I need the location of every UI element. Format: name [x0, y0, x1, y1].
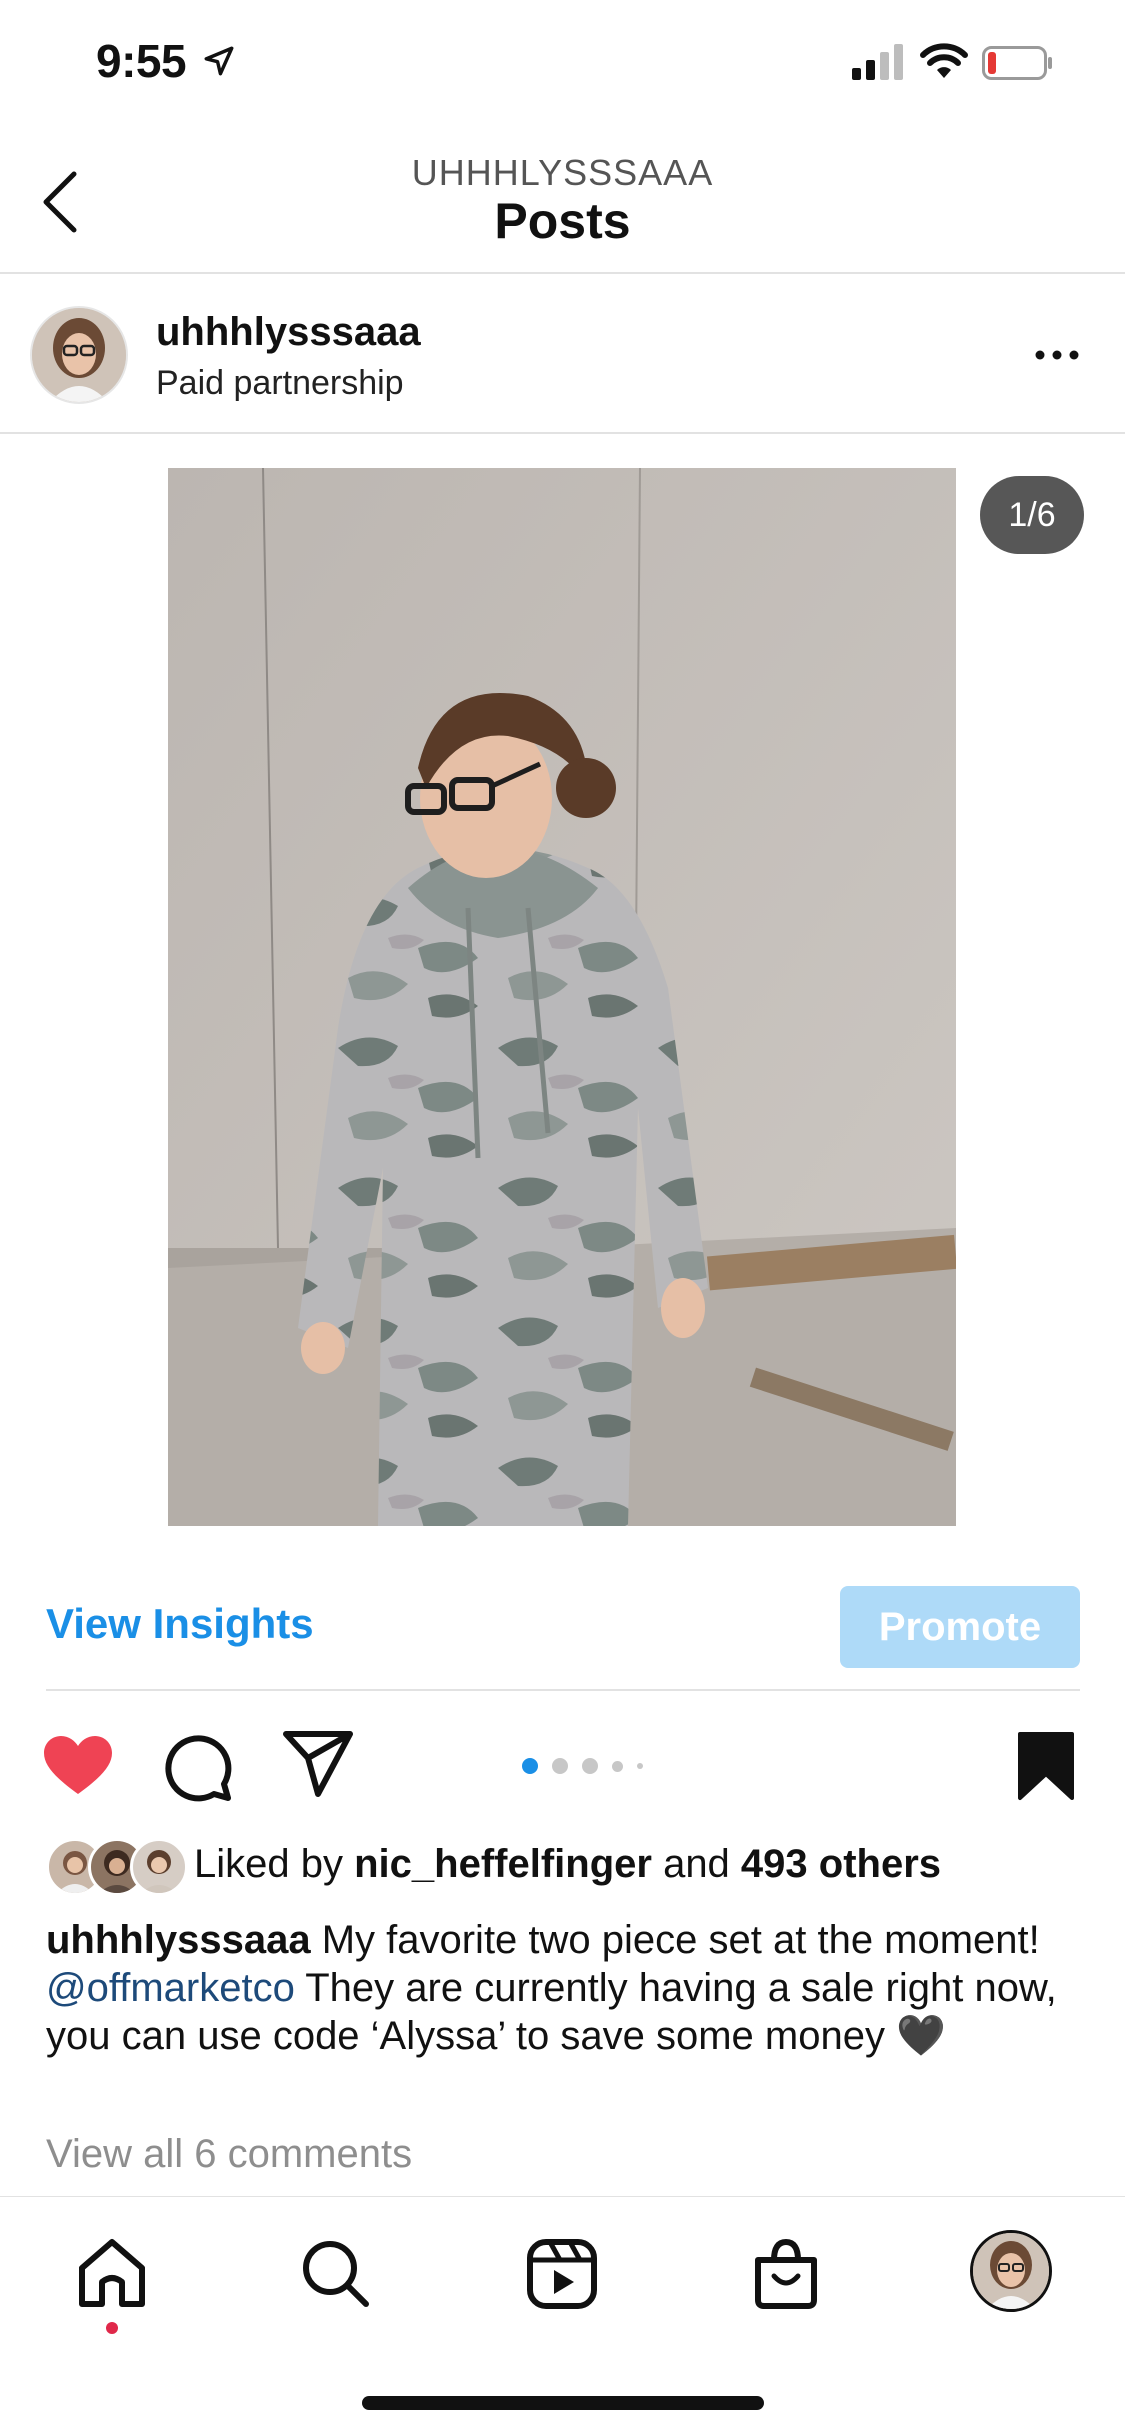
likes-summary: Liked by nic_heffelfinger and 493 others	[194, 1842, 941, 1887]
post-caption: uhhhlysssaaa My favorite two piece set a…	[46, 1916, 1086, 2060]
likes-prefix: Liked by	[194, 1842, 355, 1886]
carousel-dot	[582, 1758, 598, 1774]
header-divider	[0, 272, 1125, 274]
tab-bar-divider	[0, 2196, 1125, 2197]
location-arrow-icon	[204, 46, 234, 76]
carousel-dot	[612, 1760, 623, 1772]
likes-others-count[interactable]: 493 others	[741, 1842, 941, 1886]
caption-text: My favorite two piece set at the moment!	[310, 1918, 1040, 1962]
home-indicator	[362, 2396, 764, 2410]
status-time: 9:55	[96, 35, 187, 87]
home-icon[interactable]	[72, 2234, 152, 2314]
post-author-avatar[interactable]	[30, 306, 128, 404]
liked-by-user[interactable]: nic_heffelfinger	[354, 1842, 652, 1886]
image-counter-badge: 1/6	[980, 476, 1084, 554]
shop-icon[interactable]	[746, 2234, 826, 2314]
caption-mention[interactable]: @offmarketco	[46, 1966, 295, 2010]
share-icon[interactable]	[282, 1730, 354, 1798]
view-all-comments-link[interactable]: View all 6 comments	[46, 2132, 412, 2177]
search-icon[interactable]	[296, 2234, 376, 2314]
bookmark-saved-icon[interactable]	[1016, 1730, 1076, 1802]
carousel-dot	[637, 1763, 643, 1769]
view-insights-link[interactable]: View Insights	[46, 1600, 314, 1648]
post-author-username[interactable]: uhhhlysssaaa	[156, 310, 421, 355]
caption-author[interactable]: uhhhlysssaaa	[46, 1918, 311, 1962]
insights-divider	[46, 1689, 1080, 1691]
wifi-icon	[920, 43, 968, 78]
heart-liked-icon[interactable]	[42, 1734, 114, 1798]
page-title: Posts	[494, 193, 631, 249]
carousel-dot	[522, 1758, 538, 1774]
carousel-dot	[552, 1758, 568, 1774]
post-photo[interactable]	[168, 468, 956, 1526]
likes-middle: and	[651, 1842, 741, 1886]
post-header-divider	[0, 432, 1125, 434]
liker-avatar[interactable]	[130, 1838, 188, 1896]
promote-button[interactable]: Promote	[840, 1586, 1080, 1668]
profile-tab-avatar[interactable]	[970, 2230, 1052, 2312]
carousel-dots	[522, 1754, 643, 1778]
battery-low-icon	[982, 46, 1052, 80]
header-account-name: UHHHLYSSSAAA	[411, 152, 714, 193]
reels-icon[interactable]	[522, 2234, 602, 2314]
cellular-signal-icon	[852, 44, 903, 80]
paid-partnership-label[interactable]: Paid partnership	[156, 364, 404, 403]
comment-icon[interactable]	[162, 1732, 232, 1802]
more-options-icon[interactable]	[1032, 340, 1082, 370]
notification-dot	[106, 2322, 118, 2334]
